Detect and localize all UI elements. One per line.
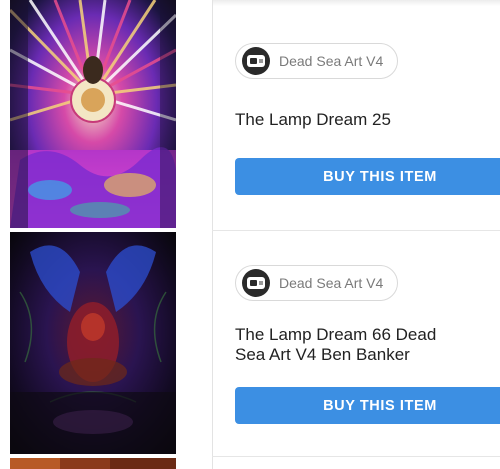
psychedelic-artwork-image [10,0,176,228]
item-title[interactable]: The Lamp Dream 25 [235,110,465,130]
artist-label: Dead Sea Art V4 [279,53,384,69]
buy-button[interactable]: BUY THIS ITEM [235,387,500,424]
dark-psychedelic-artwork-image [10,232,176,454]
warm-artwork-image [10,458,176,469]
artist-avatar-icon [242,269,270,297]
thumbnail-column [0,0,213,469]
artwork-thumbnail-2[interactable] [10,232,176,454]
row-divider [212,456,500,457]
artist-avatar-icon [242,47,270,75]
artist-chip-2[interactable]: Dead Sea Art V4 [235,265,399,301]
artwork-thumbnail-1[interactable] [10,0,176,228]
listing-page: Dead Sea Art V4 The Lamp Dream 25 BUY TH… [0,0,500,469]
row-divider [212,230,500,231]
top-edge [212,0,500,6]
artwork-thumbnail-3[interactable] [10,458,176,469]
buy-button[interactable]: BUY THIS ITEM [235,158,500,195]
item-title[interactable]: The Lamp Dream 66 Dead Sea Art V4 Ben Ba… [235,325,465,365]
artist-label: Dead Sea Art V4 [279,275,384,291]
artist-chip-1[interactable]: Dead Sea Art V4 [235,43,399,79]
